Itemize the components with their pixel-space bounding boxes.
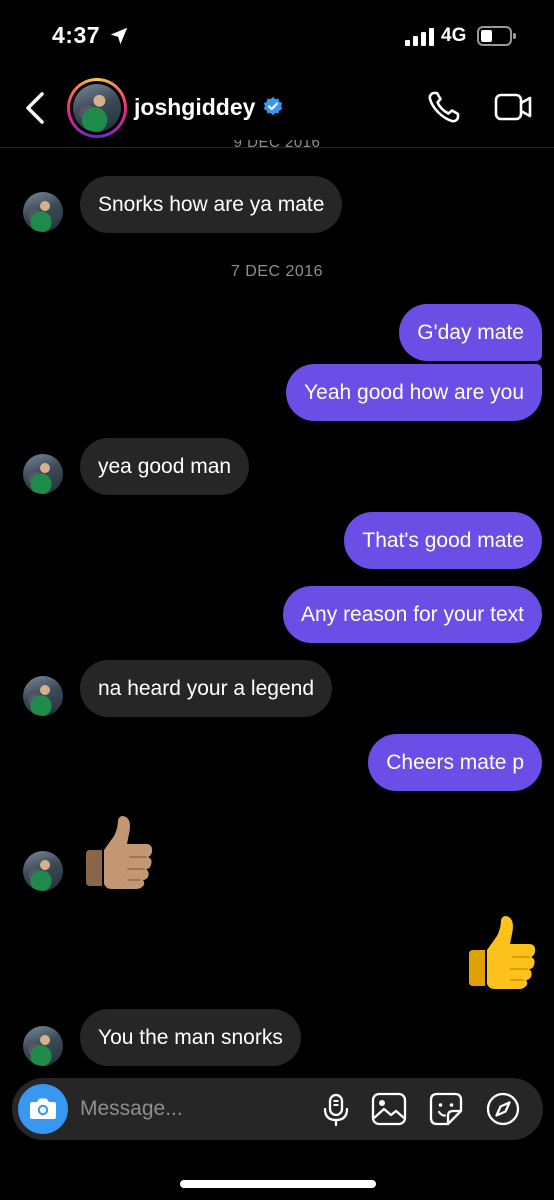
avatar-photo — [73, 84, 121, 132]
phone-call-button[interactable] — [425, 88, 463, 126]
explore-button[interactable] — [485, 1091, 521, 1127]
chat-header: joshgiddey — [0, 72, 554, 148]
incoming-message[interactable]: You the man snorks — [80, 1009, 301, 1066]
outgoing-message[interactable]: Cheers mate p — [368, 734, 542, 791]
location-arrow-icon — [110, 27, 128, 45]
status-time: 4:37 — [52, 22, 101, 48]
camera-icon — [30, 1098, 56, 1119]
gallery-button[interactable] — [371, 1092, 407, 1126]
video-call-button[interactable] — [494, 90, 532, 124]
date-separator-partial: 9 DEC 2016 — [233, 140, 321, 150]
battery-icon — [477, 26, 516, 46]
outgoing-message[interactable]: Any reason for your text — [283, 586, 542, 643]
sender-avatar[interactable] — [23, 676, 63, 716]
home-indicator — [180, 1180, 376, 1188]
verified-badge-icon — [263, 96, 283, 116]
outgoing-message[interactable]: Yeah good how are you — [286, 364, 542, 421]
network-type: 4G — [441, 25, 467, 46]
sender-avatar[interactable] — [23, 1026, 63, 1066]
thumbs-up-medium-skin-icon[interactable] — [82, 814, 156, 890]
outgoing-message[interactable]: G'day mate — [399, 304, 542, 361]
message-input[interactable] — [80, 1078, 300, 1140]
sender-avatar[interactable] — [23, 192, 63, 232]
sticker-button[interactable] — [428, 1091, 464, 1127]
status-bar: 4:37 4G — [0, 0, 554, 72]
sender-avatar[interactable] — [23, 851, 63, 891]
date-separator: 7 DEC 2016 — [230, 263, 324, 280]
incoming-message[interactable]: yea good man — [80, 438, 250, 495]
incoming-message[interactable]: na heard your a legend — [80, 660, 332, 717]
camera-button[interactable] — [18, 1084, 68, 1134]
message-composer — [12, 1078, 543, 1140]
outgoing-message[interactable]: That's good mate — [344, 512, 542, 569]
profile-avatar[interactable] — [67, 78, 127, 138]
microphone-button[interactable] — [321, 1093, 351, 1127]
back-button[interactable] — [18, 88, 52, 128]
sender-avatar[interactable] — [23, 454, 63, 494]
thumbs-up-icon[interactable] — [464, 914, 540, 990]
incoming-message[interactable]: Snorks how are ya mate — [80, 176, 343, 233]
profile-username[interactable]: joshgiddey — [134, 94, 255, 121]
signal-icon — [405, 28, 434, 46]
